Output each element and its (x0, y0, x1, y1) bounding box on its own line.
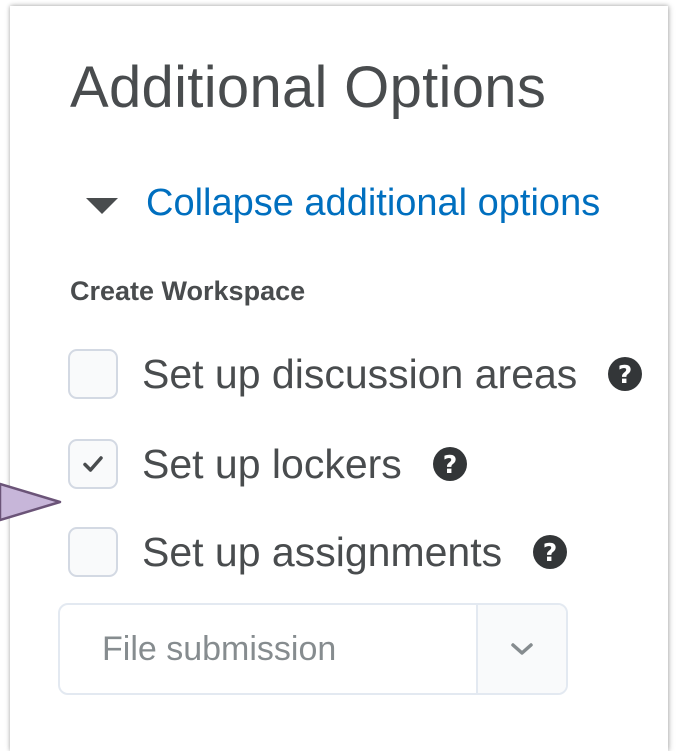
caret-down-icon (86, 198, 118, 214)
dropdown-button[interactable] (476, 605, 566, 693)
submission-type-value: File submission (102, 629, 337, 668)
chevron-down-icon (511, 643, 533, 655)
checkmark-icon (83, 456, 103, 472)
option-label: Set up assignments (142, 528, 503, 575)
option-discussion-areas: Set up discussion areas ? (68, 346, 643, 402)
option-lockers: Set up lockers ? (68, 436, 468, 492)
discussion-areas-checkbox[interactable] (68, 349, 118, 399)
help-icon[interactable]: ? (532, 534, 568, 570)
page-title: Additional Options (70, 55, 547, 120)
submission-type-select[interactable]: File submission (58, 603, 568, 695)
option-assignments: Set up assignments ? (68, 524, 568, 580)
svg-text:?: ? (543, 538, 558, 567)
assignments-checkbox[interactable] (68, 527, 118, 577)
help-icon[interactable]: ? (607, 356, 643, 392)
svg-text:?: ? (443, 450, 458, 479)
svg-text:?: ? (618, 360, 633, 389)
help-icon[interactable]: ? (432, 446, 468, 482)
section-title: Create Workspace (70, 276, 306, 306)
callout-arrow (0, 482, 62, 522)
option-label: Set up discussion areas (142, 350, 578, 397)
collapse-options-link[interactable]: Collapse additional options (86, 178, 600, 228)
collapse-options-label: Collapse additional options (146, 181, 601, 224)
option-label: Set up lockers (142, 440, 402, 487)
lockers-checkbox[interactable] (68, 439, 118, 489)
